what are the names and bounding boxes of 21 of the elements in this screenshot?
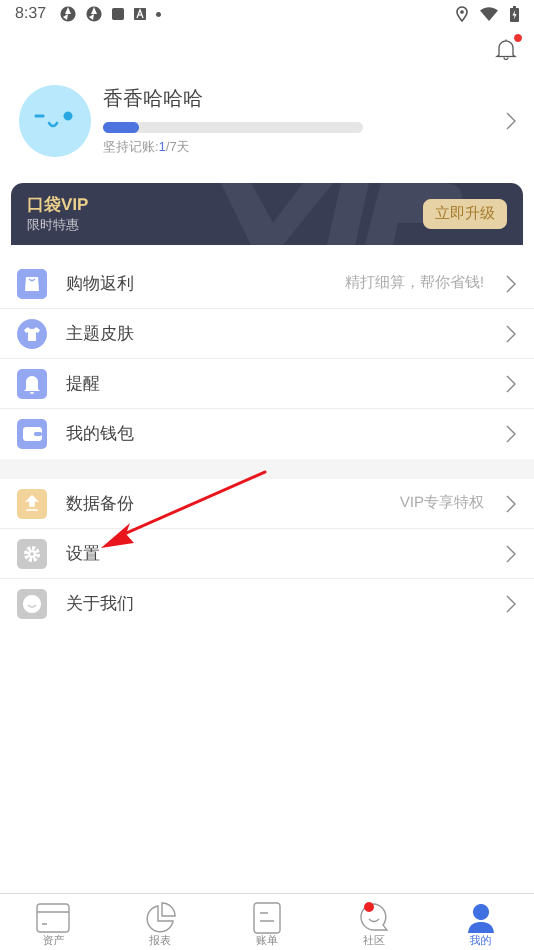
- streak-label: 坚持记账:: [103, 138, 159, 156]
- menu-item[interactable]: 我的钱包: [0, 409, 534, 459]
- menu-item[interactable]: 购物返利 精打细算，帮你省钱!: [0, 259, 534, 309]
- streak-goal: /7天: [166, 138, 190, 156]
- profile-row[interactable]: 香香哈哈哈 坚持记账:1/7天: [0, 70, 534, 172]
- status-time: 8:37: [15, 4, 46, 24]
- streak-count: 1: [158, 138, 166, 156]
- tab-bar-item[interactable]: 社区: [320, 894, 428, 950]
- vip-title: 口袋VIP: [27, 194, 88, 216]
- menu-item[interactable]: 主题皮肤: [0, 309, 534, 359]
- menu-hint: VIP专享特权: [400, 493, 484, 514]
- menu-hint: 精打细算，帮你省钱!: [344, 273, 484, 294]
- menu-item[interactable]: 数据备份 VIP专享特权: [0, 479, 534, 529]
- user-name: 香香哈哈哈: [103, 86, 204, 112]
- menu-item[interactable]: 关于我们: [0, 579, 534, 629]
- tab-bar-item[interactable]: 资产: [0, 894, 107, 950]
- tab-bar-item[interactable]: 账单: [214, 894, 320, 950]
- menu-item[interactable]: 提醒: [0, 359, 534, 409]
- vip-subtitle: 限时特惠: [27, 216, 80, 234]
- tab-bar-item[interactable]: 我的: [427, 894, 534, 950]
- tab-bar-item[interactable]: 报表: [106, 894, 214, 950]
